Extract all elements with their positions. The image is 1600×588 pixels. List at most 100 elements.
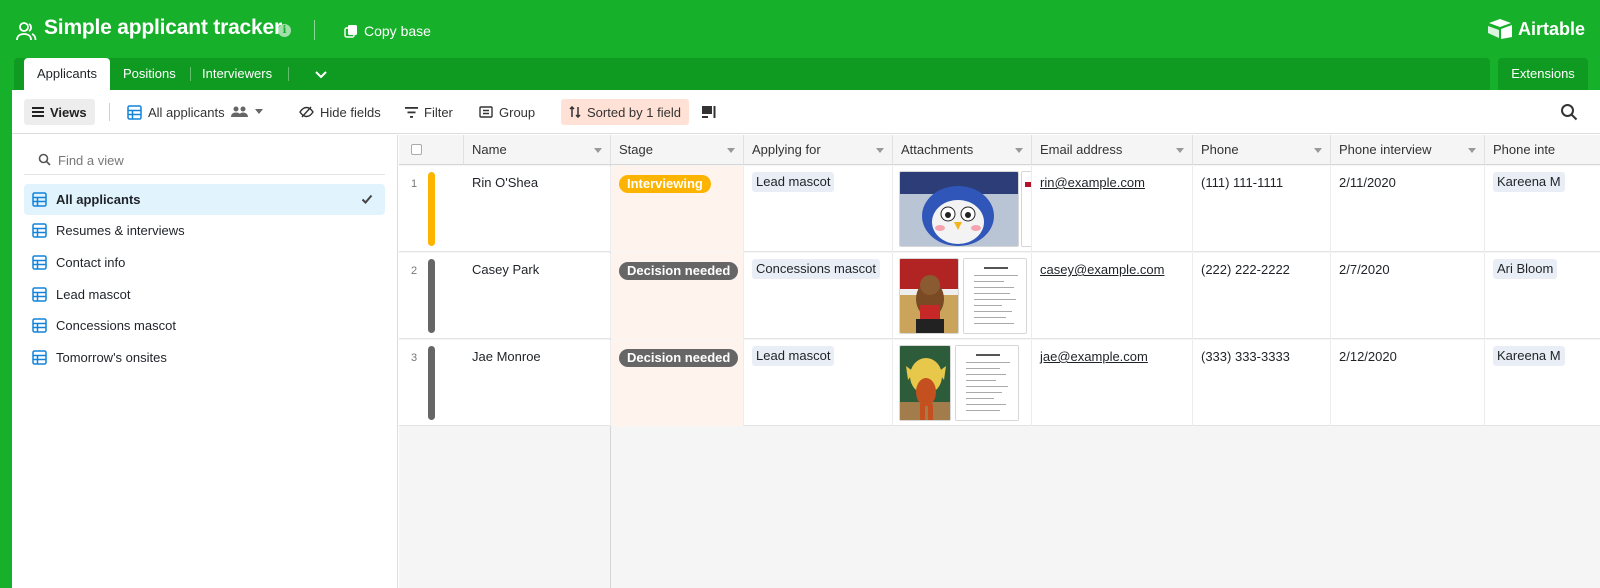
cell-stage[interactable]: Decision needed xyxy=(611,340,744,426)
cell-name[interactable]: Rin O'Shea xyxy=(464,166,611,252)
mascot-photo-icon xyxy=(900,259,958,333)
copy-base-button[interactable]: Copy base xyxy=(344,21,431,41)
interviewer-chip[interactable]: Ari Bloom xyxy=(1493,259,1558,279)
caret-down-icon[interactable] xyxy=(876,148,884,153)
attachment-thumbnail[interactable] xyxy=(1021,171,1031,247)
views-button[interactable]: Views xyxy=(24,99,95,125)
find-view-input[interactable] xyxy=(58,149,358,171)
cell-email[interactable]: rin@example.com xyxy=(1032,166,1193,252)
cell-name[interactable]: Jae Monroe xyxy=(464,340,611,426)
tab-interviewers[interactable]: Interviewers xyxy=(202,58,272,90)
cell-attachments[interactable] xyxy=(893,253,1032,339)
select-all-checkbox[interactable] xyxy=(411,144,422,155)
cell-interviewer[interactable]: Ari Bloom xyxy=(1485,253,1600,339)
attachment-thumbnail[interactable] xyxy=(955,345,1019,421)
group-button[interactable]: Group xyxy=(471,99,543,125)
table-row[interactable]: 2 Casey Park Decision needed Concessions… xyxy=(399,253,1600,339)
info-icon[interactable]: i xyxy=(278,24,291,37)
group-icon xyxy=(479,106,493,118)
table-row[interactable]: 1 Rin O'Shea Interviewing Lead mascot ri… xyxy=(399,166,1600,252)
table-row[interactable]: 3 Jae Monroe Decision needed Lead mascot xyxy=(399,340,1600,426)
airtable-logo[interactable]: Airtable xyxy=(1487,18,1585,40)
stage-color-bar xyxy=(428,259,435,333)
interviewer-chip[interactable]: Kareena M xyxy=(1493,172,1565,192)
grid-view-icon xyxy=(32,223,47,238)
search-icon[interactable] xyxy=(1560,103,1578,121)
column-header-stage[interactable]: Stage xyxy=(611,135,744,165)
email-link[interactable]: rin@example.com xyxy=(1040,175,1145,190)
email-link[interactable]: casey@example.com xyxy=(1040,262,1164,277)
cell-stage[interactable]: Decision needed xyxy=(611,253,744,339)
extensions-button[interactable]: Extensions xyxy=(1498,58,1588,90)
sidebar-item-contact-info[interactable]: Contact info xyxy=(24,247,385,278)
caret-down-icon[interactable] xyxy=(1314,148,1322,153)
cell-applying-for[interactable]: Concessions mascot xyxy=(744,253,893,339)
position-chip[interactable]: Concessions mascot xyxy=(752,259,880,279)
row-height-button[interactable] xyxy=(694,99,724,125)
column-header-email[interactable]: Email address xyxy=(1032,135,1193,165)
column-header-phone[interactable]: Phone xyxy=(1193,135,1331,165)
cell-interviewer[interactable]: Kareena M xyxy=(1485,340,1600,426)
sidebar-item-all-applicants[interactable]: All applicants xyxy=(24,184,385,215)
column-header-name[interactable]: Name xyxy=(464,135,611,165)
cell-phone[interactable]: (222) 222-2222 xyxy=(1193,253,1331,339)
table-tabs: Applicants Positions Interviewers xyxy=(14,58,1490,90)
interviewer-chip[interactable]: Kareena M xyxy=(1493,346,1565,366)
sort-label: Sorted by 1 field xyxy=(587,104,681,120)
cell-phone-interview[interactable]: 2/11/2020 xyxy=(1331,166,1485,252)
email-link[interactable]: jae@example.com xyxy=(1040,349,1148,364)
stage-pill: Decision needed xyxy=(619,262,739,280)
cell-email[interactable]: casey@example.com xyxy=(1032,253,1193,339)
caret-down-icon[interactable] xyxy=(594,148,602,153)
cell-interviewer[interactable]: Kareena M xyxy=(1485,166,1600,252)
attachment-thumbnail[interactable] xyxy=(899,345,951,421)
column-header-phone-interview[interactable]: Phone interview xyxy=(1331,135,1485,165)
hide-fields-button[interactable]: Hide fields xyxy=(291,99,389,125)
cell-stage[interactable]: Interviewing xyxy=(611,166,744,252)
cell-applying-for[interactable]: Lead mascot xyxy=(744,166,893,252)
column-header-attachments[interactable]: Attachments xyxy=(893,135,1032,165)
tab-positions[interactable]: Positions xyxy=(123,58,176,90)
tab-applicants[interactable]: Applicants xyxy=(24,58,110,90)
column-header-label: Phone inte xyxy=(1493,142,1556,157)
sidebar-item-resumes-interviews[interactable]: Resumes & interviews xyxy=(24,215,385,246)
caret-down-icon[interactable] xyxy=(1176,148,1184,153)
collaborators-icon xyxy=(230,106,248,117)
sidebar-item-label: Concessions mascot xyxy=(56,318,176,333)
chevron-down-icon[interactable] xyxy=(312,65,330,83)
position-chip[interactable]: Lead mascot xyxy=(752,346,835,366)
cell-attachments[interactable] xyxy=(893,340,1032,426)
cell-attachments[interactable] xyxy=(893,166,1032,252)
attachment-thumbnail[interactable] xyxy=(899,171,1019,247)
filter-label: Filter xyxy=(424,104,453,120)
caret-down-icon[interactable] xyxy=(1468,148,1476,153)
position-chip[interactable]: Lead mascot xyxy=(752,172,835,192)
cell-applying-for[interactable]: Lead mascot xyxy=(744,340,893,426)
column-header-applying-for[interactable]: Applying for xyxy=(744,135,893,165)
base-header: Simple applicant tracker i Copy base Air… xyxy=(0,0,1600,60)
resume-document-icon xyxy=(964,259,1026,333)
cell-email[interactable]: jae@example.com xyxy=(1032,340,1193,426)
views-label: Views xyxy=(50,104,87,120)
sidebar-item-tomorrows-onsites[interactable]: Tomorrow's onsites xyxy=(24,342,385,373)
cell-phone-interview[interactable]: 2/12/2020 xyxy=(1331,340,1485,426)
people-icon[interactable] xyxy=(15,20,37,42)
cell-phone-interview[interactable]: 2/7/2020 xyxy=(1331,253,1485,339)
caret-down-icon[interactable] xyxy=(727,148,735,153)
filter-button[interactable]: Filter xyxy=(397,99,461,125)
cell-phone[interactable]: (333) 333-3333 xyxy=(1193,340,1331,426)
toolbar-divider xyxy=(109,103,110,121)
attachment-thumbnail[interactable] xyxy=(899,258,959,334)
cell-name[interactable]: Casey Park xyxy=(464,253,611,339)
base-title[interactable]: Simple applicant tracker xyxy=(44,16,282,40)
caret-down-icon[interactable] xyxy=(1015,148,1023,153)
column-header-phone-interviewer[interactable]: Phone inte xyxy=(1485,135,1600,165)
sort-button[interactable]: Sorted by 1 field xyxy=(561,99,689,125)
sidebar-item-lead-mascot[interactable]: Lead mascot xyxy=(24,279,385,310)
attachment-thumbnail[interactable] xyxy=(963,258,1027,334)
view-switcher[interactable]: All applicants xyxy=(119,99,271,125)
cell-phone[interactable]: (111) 111-1111 xyxy=(1193,166,1331,252)
column-header-label: Stage xyxy=(619,142,653,157)
copy-base-label: Copy base xyxy=(364,23,431,39)
sidebar-item-concessions-mascot[interactable]: Concessions mascot xyxy=(24,310,385,341)
